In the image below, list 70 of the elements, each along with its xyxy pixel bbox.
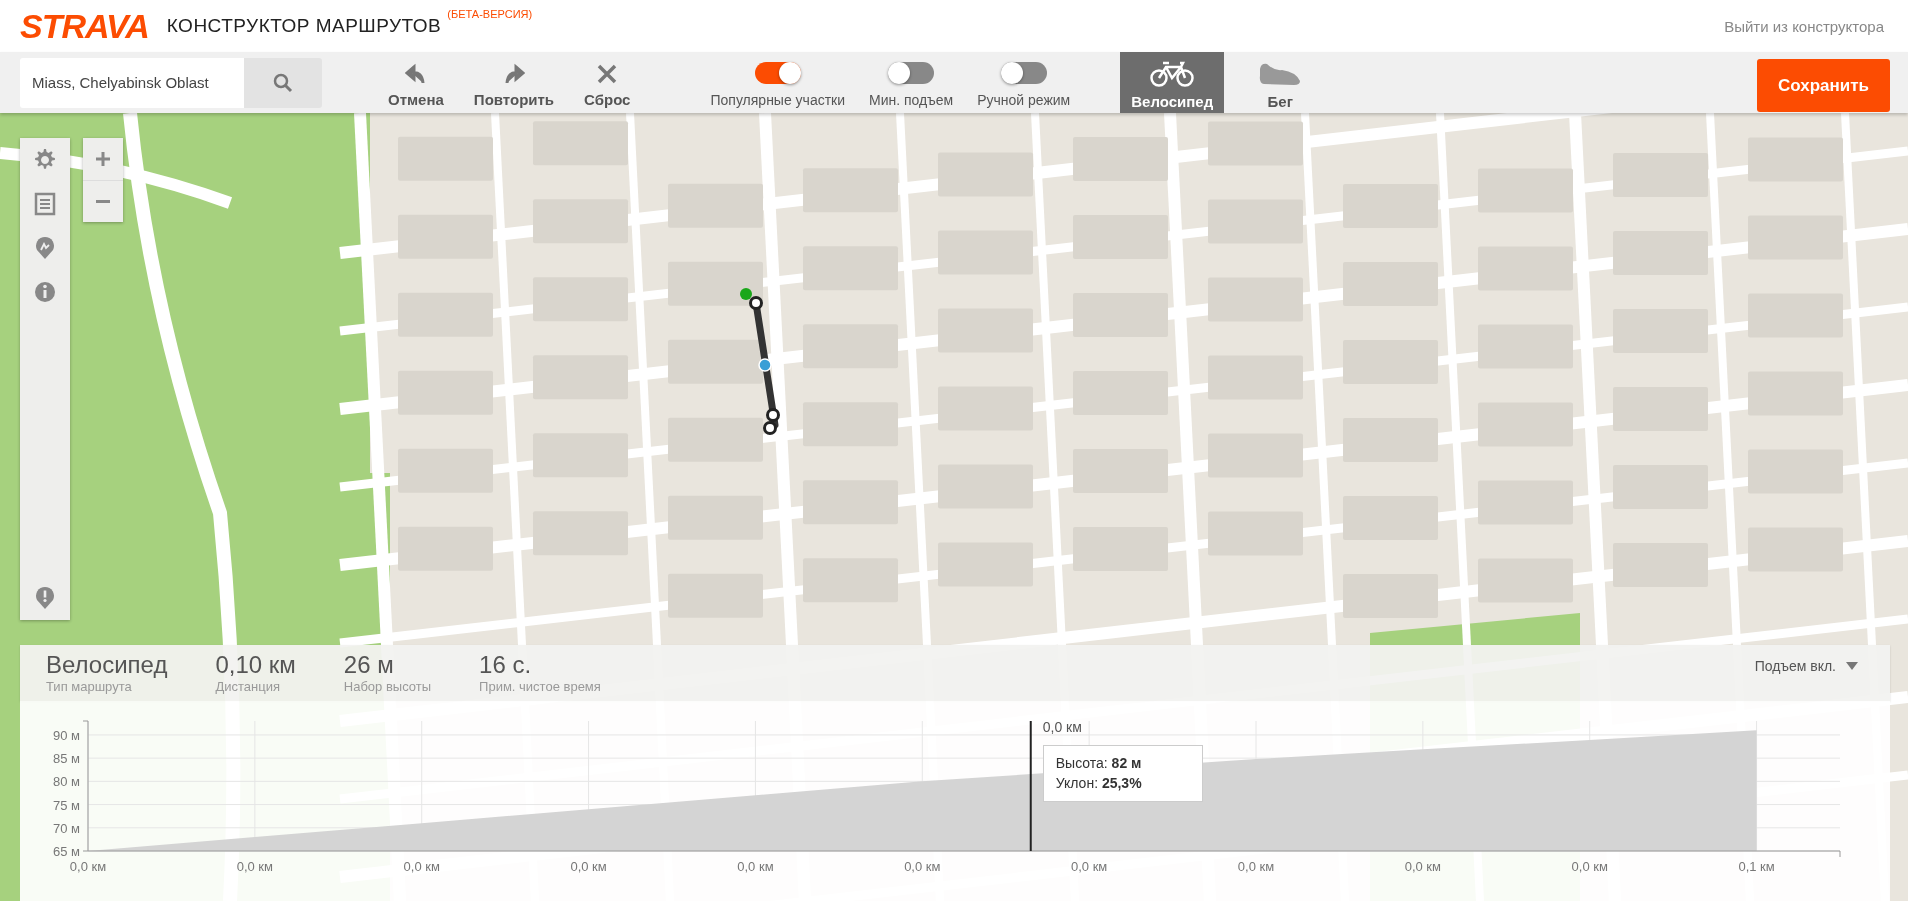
stat-label: Дистанция [215, 678, 281, 694]
x-tick-label: 0,0 км [1237, 859, 1275, 874]
info-icon [33, 280, 57, 304]
x-tick-label: 0,0 км [570, 859, 607, 874]
x-tick-label: 0,1 км [1738, 859, 1775, 874]
caret-down-icon [1846, 662, 1858, 670]
page-title: КОНСТРУКТОР МАРШРУТОВ [166, 15, 442, 37]
route-point-marker[interactable] [749, 296, 763, 310]
list-icon [33, 192, 57, 216]
save-button[interactable]: Сохранить [1757, 59, 1890, 112]
search-button[interactable] [244, 57, 322, 108]
stat-label: Тип маршрута [46, 678, 133, 694]
x-tick-label: 0,0 км [1404, 859, 1441, 874]
stat-value: Велосипед [46, 652, 168, 679]
alert-pin-icon [33, 586, 57, 610]
redo-button[interactable]: Повторить [469, 52, 559, 113]
shoe-icon [1258, 61, 1303, 87]
x-tick-label: 0,0 км [737, 859, 774, 874]
toggle-switch[interactable] [888, 62, 935, 84]
y-tick-label: 80 м [53, 774, 80, 790]
stat-value: 0,10 км [215, 652, 296, 679]
stat-value: 16 с. [479, 652, 533, 679]
y-tick-label: 90 м [53, 727, 80, 743]
beta-label: (БЕТА-ВЕРСИЯ) [447, 8, 533, 20]
route-point-marker[interactable] [766, 408, 780, 422]
y-tick-label: 65 м [53, 844, 80, 859]
toggle-label: Мин. подъем [869, 92, 954, 108]
x-tick-label: 0,0 км [1071, 859, 1108, 874]
toggle-label: Популярные участки [710, 92, 846, 108]
report-button[interactable] [33, 586, 57, 610]
stat-label: Прим. чистое время [479, 678, 601, 694]
list-button[interactable] [33, 192, 57, 216]
start-marker[interactable] [740, 288, 752, 300]
close-icon [596, 63, 619, 85]
map-pin-icon [33, 236, 57, 260]
x-tick-label: 0,0 км [69, 859, 107, 874]
map-pin-button[interactable] [33, 236, 57, 260]
minus-icon [96, 200, 110, 203]
stat-label: Набор высоты [343, 678, 432, 694]
climb-dropdown[interactable]: Подъем вкл. [1748, 657, 1864, 675]
y-tick-label: 75 м [53, 797, 80, 813]
toggle-switch[interactable] [754, 62, 801, 84]
search-icon [273, 72, 293, 93]
settings-button[interactable] [33, 148, 57, 172]
reset-button[interactable]: Сброс [580, 52, 635, 113]
undo-icon [404, 63, 427, 85]
stat-value: 26 м [343, 652, 395, 679]
bicycle-icon [1150, 61, 1195, 87]
x-tick-label: 0,0 км [403, 859, 440, 874]
tooltip-text: Высота: 82 м [1055, 754, 1143, 773]
search-field[interactable]: Miass, Chelyabinsk Oblast [20, 57, 244, 108]
toggle-label: Ручной режим [977, 92, 1071, 108]
route-point-marker[interactable] [763, 421, 777, 435]
sport-tab[interactable]: Велосипед [1120, 52, 1225, 113]
x-tick-label: 0,0 км [904, 859, 941, 874]
settings-icon [33, 148, 57, 172]
sport-tab[interactable]: Бег [1228, 52, 1333, 113]
undo-button[interactable]: Отмена [384, 52, 448, 113]
plus-icon [95, 151, 111, 167]
toggle-switch[interactable] [1000, 62, 1047, 84]
x-tick-label: 0,0 км [1571, 859, 1608, 874]
x-tick-label: 0,0 км [236, 859, 273, 874]
tooltip-text: Уклон: 25,3% [1055, 773, 1143, 793]
y-tick-label: 85 м [53, 751, 80, 767]
y-tick-label: 70 м [53, 820, 80, 836]
exit-link[interactable]: Выйти из конструктора [1724, 17, 1888, 35]
cursor-distance: 0,0 км [1042, 719, 1082, 735]
waypoint-marker[interactable] [758, 358, 772, 372]
strava-logo[interactable]: STRAVA [20, 6, 149, 46]
info-button[interactable] [33, 280, 57, 304]
